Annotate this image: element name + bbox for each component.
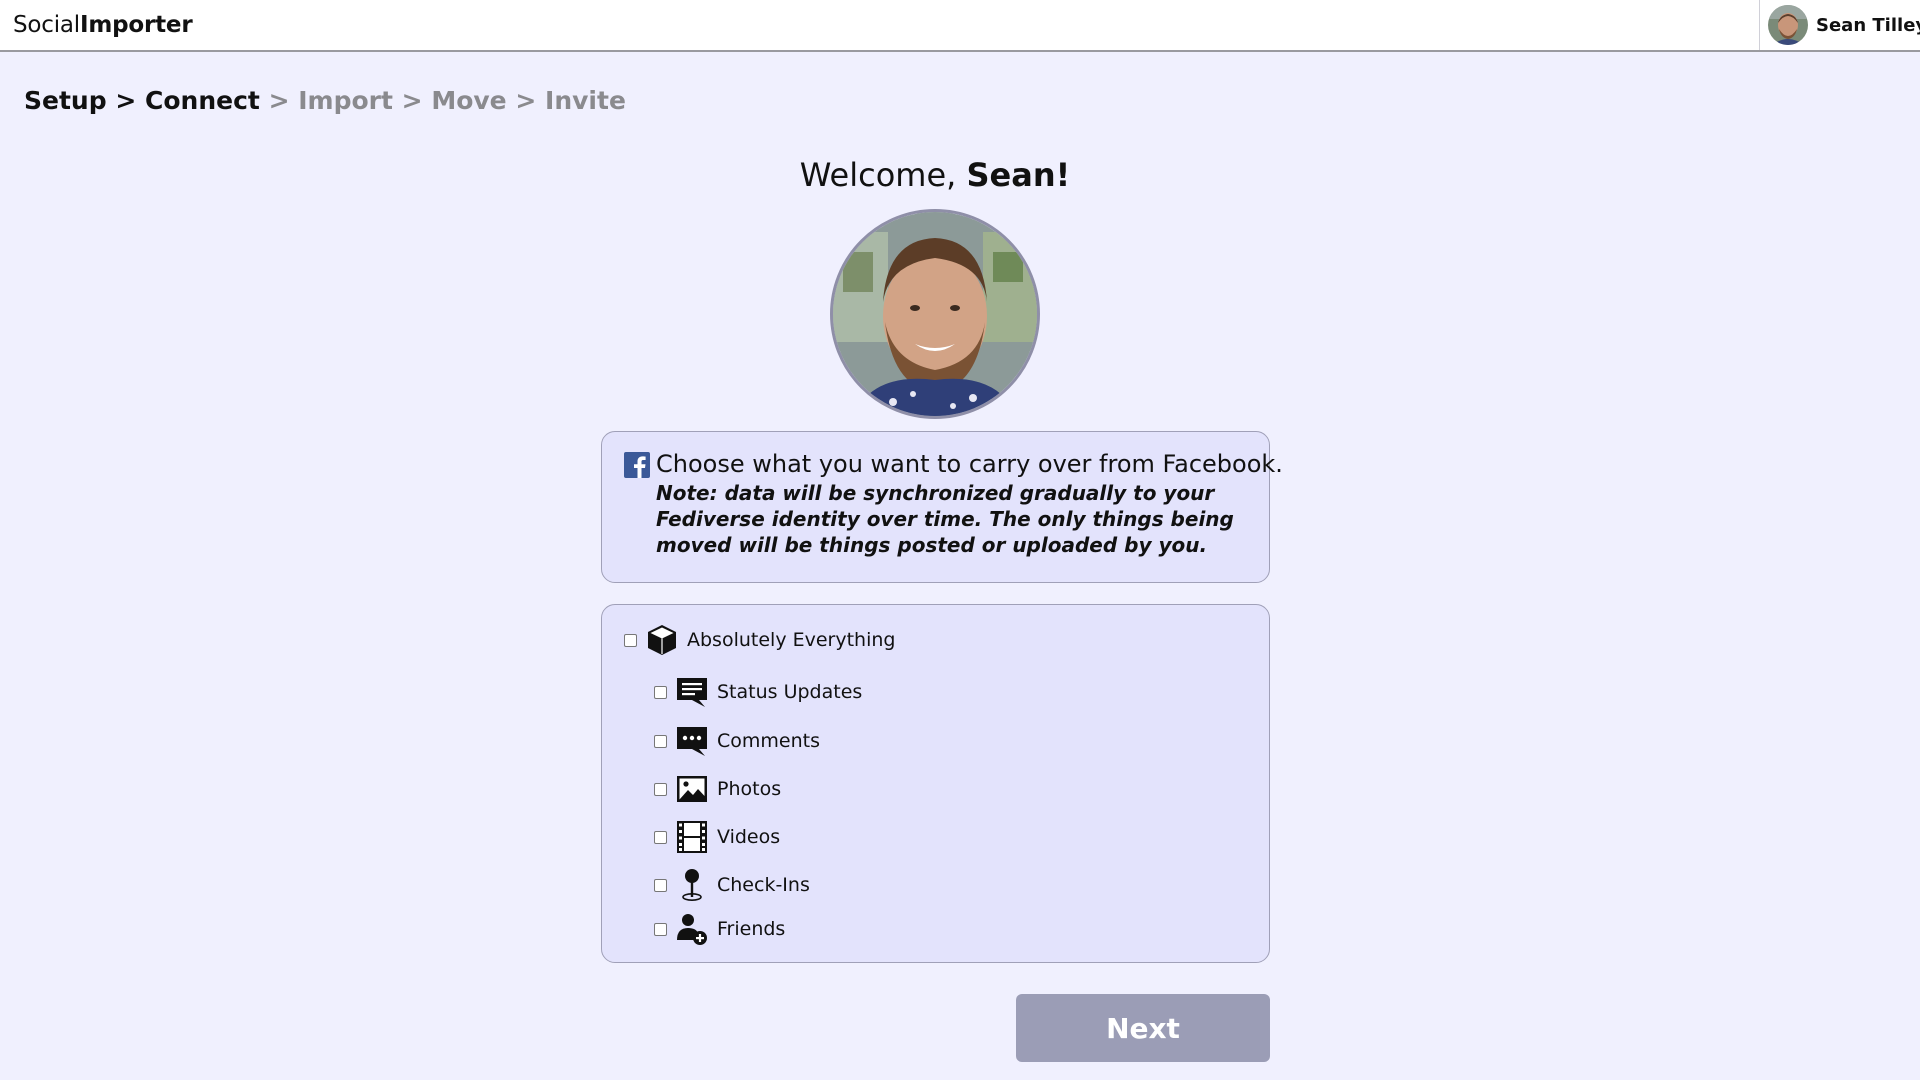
- user-name: Sean Tilley: [1816, 14, 1920, 36]
- checkbox-check-ins[interactable]: [654, 878, 667, 892]
- checkbox-videos[interactable]: [654, 830, 667, 844]
- breadcrumb-step-connect: Connect: [145, 86, 260, 115]
- breadcrumb: Setup > Connect > Import > Move > Invite: [24, 86, 626, 115]
- option-absolutely-everything[interactable]: Absolutely Everything: [624, 623, 895, 657]
- option-status-updates[interactable]: Status Updates: [654, 675, 862, 709]
- breadcrumb-separator: >: [268, 86, 290, 115]
- option-check-ins[interactable]: Check-Ins: [654, 868, 810, 902]
- breadcrumb-separator: >: [515, 86, 537, 115]
- breadcrumb-step-import: Import: [298, 86, 393, 115]
- option-label: Comments: [717, 730, 820, 752]
- user-menu[interactable]: Sean Tilley: [1759, 0, 1920, 50]
- breadcrumb-step-move: Move: [431, 86, 507, 115]
- brand-social: Social: [13, 12, 80, 38]
- info-title: Choose what you want to carry over from …: [656, 450, 1283, 478]
- welcome-name: Sean!: [966, 156, 1071, 194]
- map-pin-icon: [675, 868, 709, 902]
- film-icon: [675, 820, 709, 854]
- add-friend-icon: [675, 912, 709, 946]
- option-comments[interactable]: Comments: [654, 724, 820, 758]
- info-note: Note: data will be synchronized graduall…: [656, 481, 1234, 557]
- breadcrumb-step-invite: Invite: [545, 86, 626, 115]
- option-label: Status Updates: [717, 681, 863, 703]
- checkbox-friends[interactable]: [654, 922, 667, 936]
- import-options-card: Absolutely Everything Status Updates Com…: [601, 604, 1270, 963]
- option-label: Videos: [717, 826, 781, 848]
- breadcrumb-step-setup: Setup: [24, 86, 107, 115]
- option-friends[interactable]: Friends: [654, 912, 785, 946]
- checkbox-comments[interactable]: [654, 734, 667, 748]
- breadcrumb-separator: >: [115, 86, 137, 115]
- option-photos[interactable]: Photos: [654, 772, 781, 806]
- next-button[interactable]: Next: [1016, 994, 1270, 1062]
- option-label: Check-Ins: [717, 874, 810, 896]
- welcome-heading: Welcome, Sean!: [0, 156, 1870, 194]
- option-label: Friends: [717, 918, 786, 940]
- checkbox-photos[interactable]: [654, 782, 667, 796]
- user-avatar: [1768, 5, 1808, 45]
- photo-icon: [675, 772, 709, 806]
- option-label: Photos: [717, 778, 782, 800]
- facebook-icon: [624, 452, 650, 478]
- status-update-icon: [675, 675, 709, 709]
- checkbox-absolutely-everything[interactable]: [624, 633, 637, 647]
- app-logo[interactable]: SocialImporter: [13, 12, 193, 38]
- breadcrumb-separator: >: [401, 86, 423, 115]
- welcome-greeting: Welcome,: [799, 156, 957, 194]
- option-label: Absolutely Everything: [687, 629, 896, 651]
- profile-photo: [830, 209, 1040, 419]
- option-videos[interactable]: Videos: [654, 820, 780, 854]
- checkbox-status-updates[interactable]: [654, 685, 667, 699]
- comments-icon: [675, 724, 709, 758]
- brand-importer: Importer: [80, 12, 193, 38]
- top-bar: SocialImporter Sean Tilley: [0, 0, 1920, 52]
- cube-icon: [645, 623, 679, 657]
- facebook-info-card: Choose what you want to carry over from …: [601, 431, 1283, 583]
